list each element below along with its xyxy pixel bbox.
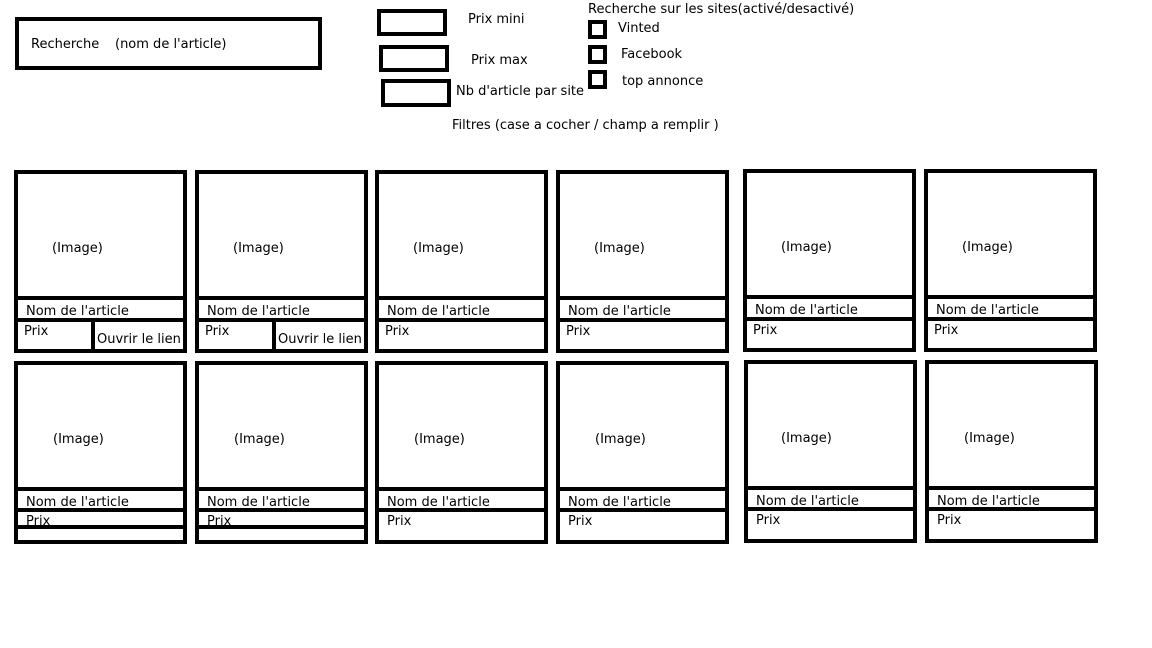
site-label-top-annonce: top annonce	[622, 74, 704, 89]
site-checkbox-facebook[interactable]	[588, 45, 607, 64]
product-image: (Image)	[781, 431, 832, 446]
product-image: (Image)	[781, 240, 832, 255]
product-image: (Image)	[413, 241, 464, 256]
product-name: Nom de l'article	[207, 304, 310, 319]
product-card[interactable]: (Image) Nom de l'article Prix	[556, 361, 729, 544]
open-link-button[interactable]: Ouvrir le lien	[278, 333, 362, 346]
product-image: (Image)	[594, 241, 645, 256]
product-name: Nom de l'article	[568, 304, 671, 319]
open-link-button[interactable]: Ouvrir le lien	[97, 333, 181, 346]
product-price: Prix	[753, 323, 778, 338]
site-label-vinted: Vinted	[618, 21, 660, 36]
site-checkbox-vinted[interactable]	[588, 20, 607, 39]
product-price: Prix	[566, 324, 591, 339]
product-image: (Image)	[233, 241, 284, 256]
product-card[interactable]: (Image) Nom de l'article Prix	[375, 361, 548, 544]
price-max-label: Prix max	[471, 53, 528, 68]
product-card[interactable]: (Image) Nom de l'article Prix	[743, 169, 916, 352]
search-label: Recherche	[31, 37, 100, 52]
product-price: Prix	[756, 513, 781, 528]
product-name: Nom de l'article	[387, 304, 490, 319]
product-card[interactable]: (Image) Nom de l'article Prix Ouvrir le …	[14, 170, 187, 353]
price-min-input[interactable]	[377, 9, 447, 36]
product-price: Prix	[205, 324, 230, 339]
product-card[interactable]: (Image) Nom de l'article Prix	[556, 170, 729, 353]
sites-title: Recherche sur les sites(activé/desactivé…	[588, 2, 855, 17]
site-label-facebook: Facebook	[621, 47, 683, 62]
product-price: Prix	[934, 323, 959, 338]
price-min-label: Prix mini	[468, 12, 525, 27]
product-image: (Image)	[595, 432, 646, 447]
search-placeholder: (nom de l'article)	[115, 37, 227, 52]
filters-caption: Filtres (case a cocher / champ a remplir…	[452, 118, 719, 133]
product-price: Prix	[385, 324, 410, 339]
product-price: Prix	[937, 513, 962, 528]
site-checkbox-top-annonce[interactable]	[588, 70, 607, 89]
product-card[interactable]: (Image) Nom de l'article Prix	[924, 169, 1097, 352]
product-name: Nom de l'article	[936, 303, 1039, 318]
product-image: (Image)	[53, 432, 104, 447]
product-card[interactable]: (Image) Nom de l'article Prix	[195, 361, 368, 544]
product-card[interactable]: (Image) Nom de l'article Prix	[375, 170, 548, 353]
product-card[interactable]: (Image) Nom de l'article Prix Ouvrir le …	[195, 170, 368, 353]
product-image: (Image)	[414, 432, 465, 447]
product-image: (Image)	[962, 240, 1013, 255]
product-image: (Image)	[52, 241, 103, 256]
product-image: (Image)	[234, 432, 285, 447]
product-name: Nom de l'article	[755, 303, 858, 318]
product-price: Prix	[24, 324, 49, 339]
product-card[interactable]: (Image) Nom de l'article Prix	[14, 361, 187, 544]
product-price: Prix	[387, 514, 412, 529]
items-per-site-input[interactable]	[381, 79, 451, 107]
search-input[interactable]: Recherche (nom de l'article)	[15, 17, 322, 70]
product-card[interactable]: (Image) Nom de l'article Prix	[744, 360, 917, 543]
product-name: Nom de l'article	[26, 304, 129, 319]
product-price: Prix	[568, 514, 593, 529]
items-per-site-label: Nb d'article par site	[456, 84, 585, 99]
price-max-input[interactable]	[379, 45, 449, 72]
product-image: (Image)	[964, 431, 1015, 446]
product-card[interactable]: (Image) Nom de l'article Prix	[925, 360, 1098, 543]
